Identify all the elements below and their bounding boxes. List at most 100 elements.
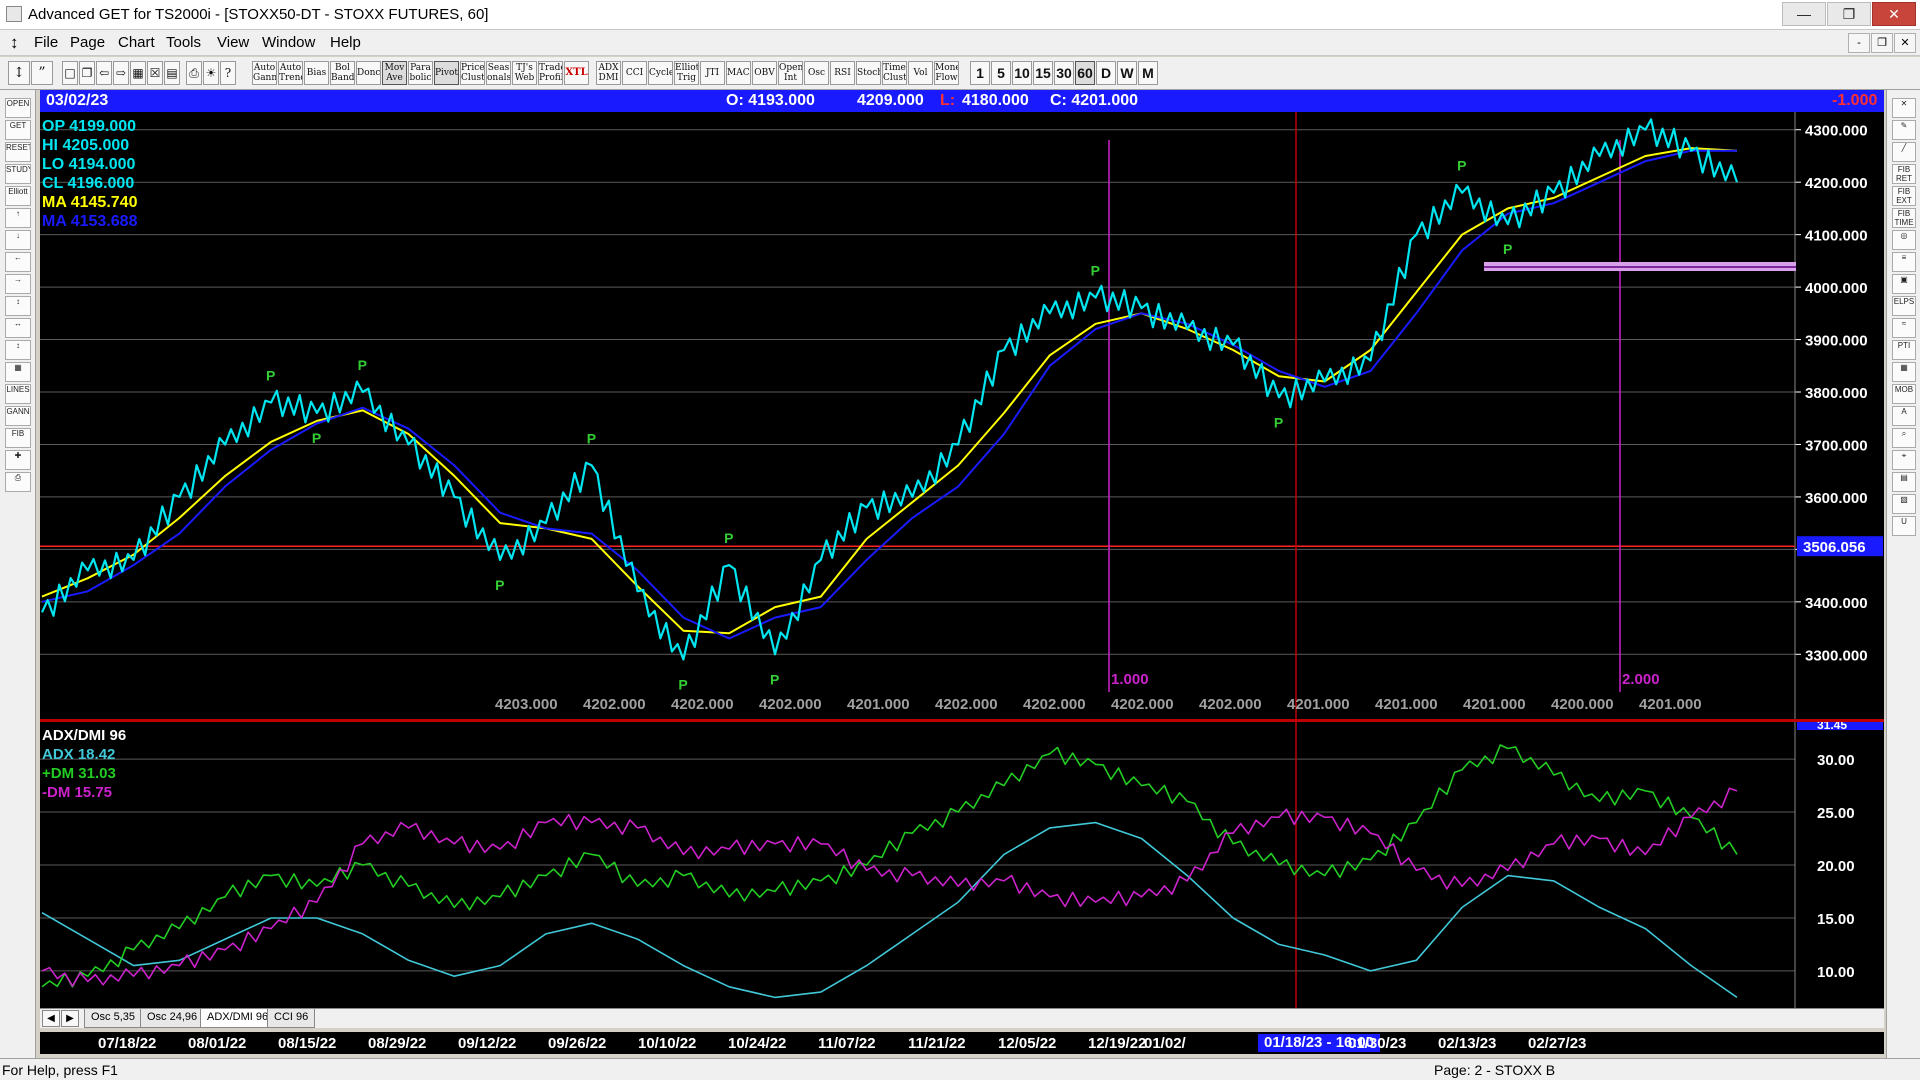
left-tool-gann[interactable]: GANN — [5, 406, 31, 426]
cycles-button[interactable]: Cycles — [648, 61, 673, 85]
delete-icon[interactable]: ☒ — [147, 61, 163, 85]
right-tool-icon-15[interactable]: ⌕ — [1892, 428, 1916, 448]
menu-page[interactable]: Page — [70, 34, 105, 51]
tjs-web-button[interactable]: TJ's Web — [512, 61, 537, 85]
stoch-button[interactable]: Stoch — [856, 61, 881, 85]
interval-10-button[interactable]: 10 — [1012, 61, 1032, 85]
left-tool-icon-9[interactable]: ↕ — [5, 296, 31, 316]
interval-30-button[interactable]: 30 — [1054, 61, 1074, 85]
right-tool-icon-2[interactable]: ╱ — [1892, 142, 1916, 162]
right-tool-fib-ret[interactable]: FIB RET — [1892, 164, 1916, 184]
left-tool-icon-7[interactable]: ← — [5, 252, 31, 272]
jti-button[interactable]: JTI — [700, 61, 725, 85]
right-tool-u[interactable]: U — [1892, 516, 1916, 536]
auto-gann-button[interactable]: Auto Gann — [252, 61, 277, 85]
right-tool-icon-17[interactable]: ▤ — [1892, 472, 1916, 492]
interval-monthly-button[interactable]: M — [1138, 61, 1158, 85]
right-tool-fib-ext[interactable]: FIB EXT — [1892, 186, 1916, 206]
right-tool-fib-time[interactable]: FIB TIME — [1892, 208, 1916, 228]
left-tool-icon-16[interactable]: ✚ — [5, 450, 31, 470]
tab-osc-24-96[interactable]: Osc 24,96 — [140, 1009, 205, 1028]
left-tool-icon-10[interactable]: ↔ — [5, 318, 31, 338]
right-tool-pti[interactable]: PTI — [1892, 340, 1916, 360]
left-tool-study[interactable]: STUDY — [5, 164, 31, 184]
cci-button[interactable]: CCI — [622, 61, 647, 85]
copy-icon[interactable]: ❐ — [79, 61, 95, 85]
back-icon[interactable]: ⇦ — [96, 61, 112, 85]
tab-adx-dmi-96[interactable]: ADX/DMI 96 — [200, 1009, 276, 1028]
tab-osc-5-35[interactable]: Osc 5,35 — [84, 1009, 143, 1028]
tab-prev-button[interactable]: ◀ — [42, 1010, 60, 1027]
forward-icon[interactable]: ⇨ — [113, 61, 129, 85]
right-tool-icon-1[interactable]: ✎ — [1892, 120, 1916, 140]
new-page-icon[interactable]: □ — [62, 61, 78, 85]
left-tool-icon-5[interactable]: ↑ — [5, 208, 31, 228]
auto-trend-button[interactable]: Auto Trend — [278, 61, 303, 85]
parabolic-button[interactable]: Para bolic — [408, 61, 433, 85]
right-tool-icon-8[interactable]: ▣ — [1892, 274, 1916, 294]
right-tool-icon-10[interactable]: ≈ — [1892, 318, 1916, 338]
left-tool-open[interactable]: OPEN — [5, 98, 31, 118]
mdi-minimize-button[interactable]: - — [1848, 33, 1870, 53]
vol-button[interactable]: Vol — [908, 61, 933, 85]
cursor-tool-icon[interactable]: ↕ — [8, 61, 30, 85]
adx-dmi-button[interactable]: ADX DMI — [596, 61, 621, 85]
right-tool-a[interactable]: A — [1892, 406, 1916, 426]
lightbulb-icon[interactable]: ☀ — [203, 61, 219, 85]
left-tool-elliott[interactable]: Elliott — [5, 186, 31, 206]
interval-daily-button[interactable]: D — [1096, 61, 1116, 85]
interval-60-button[interactable]: 60 — [1075, 61, 1095, 85]
adx-dmi-panel[interactable]: 30.00 25.00 20.00 15.00 10.00 31.45 ADX/DMI 96… — [40, 722, 1884, 1008]
xtl-button[interactable]: XTL — [564, 61, 589, 85]
left-tool-icon-17[interactable]: ⎙ — [5, 472, 31, 492]
child-window-icon[interactable]: ↕ — [10, 33, 19, 53]
menu-help[interactable]: Help — [330, 34, 361, 51]
macd-button[interactable]: MACD — [726, 61, 751, 85]
time-clust-button[interactable]: Time Clust — [882, 61, 907, 85]
right-tool-icon-7[interactable]: ≡ — [1892, 252, 1916, 272]
pivot-button[interactable]: Pivot — [434, 61, 459, 85]
right-tool-mob[interactable]: MOB — [1892, 384, 1916, 404]
money-flow-button[interactable]: Money Flow — [934, 61, 959, 85]
left-tool-reset[interactable]: RESET — [5, 142, 31, 162]
left-tool-icon-11[interactable]: ↕ — [5, 340, 31, 360]
minimize-button[interactable]: — — [1782, 2, 1826, 26]
left-tool-get[interactable]: GET — [5, 120, 31, 140]
elliott-trig-button[interactable]: Elliott Trig — [674, 61, 699, 85]
mdi-close-button[interactable]: ✕ — [1894, 33, 1916, 53]
interval-15-button[interactable]: 15 — [1033, 61, 1053, 85]
right-tool-elps[interactable]: ELPS — [1892, 296, 1916, 316]
rsi-button[interactable]: RSI — [830, 61, 855, 85]
menu-file[interactable]: File — [34, 34, 58, 51]
seasonals-button[interactable]: Seas onals — [486, 61, 511, 85]
osc-button[interactable]: Osc — [804, 61, 829, 85]
bol-band-button[interactable]: Bol Band — [330, 61, 355, 85]
right-tool-icon-18[interactable]: ▧ — [1892, 494, 1916, 514]
price-clust-button[interactable]: Price Clust — [460, 61, 485, 85]
left-tool-icon-6[interactable]: ↓ — [5, 230, 31, 250]
quote-tool-icon[interactable]: ” — [31, 61, 53, 85]
right-tool-icon-12[interactable]: ▦ — [1892, 362, 1916, 382]
menu-chart[interactable]: Chart — [118, 34, 155, 51]
right-tool-icon-0[interactable]: ✕ — [1892, 98, 1916, 118]
menu-window[interactable]: Window — [262, 34, 315, 51]
left-tool-fib[interactable]: FIB — [5, 428, 31, 448]
interval-1-button[interactable]: 1 — [970, 61, 990, 85]
bias-button[interactable]: Bias — [304, 61, 329, 85]
interval-5-button[interactable]: 5 — [991, 61, 1011, 85]
open-int-button[interactable]: Open Int — [778, 61, 803, 85]
left-tool-lines[interactable]: LINES — [5, 384, 31, 404]
right-tool-icon-6[interactable]: ◎ — [1892, 230, 1916, 250]
menu-tools[interactable]: Tools — [166, 34, 201, 51]
mov-ave-button[interactable]: Mov Ave — [382, 61, 407, 85]
help-icon[interactable]: ? — [220, 61, 236, 85]
maximize-button[interactable]: ❐ — [1827, 2, 1871, 26]
interval-weekly-button[interactable]: W — [1117, 61, 1137, 85]
trade-profile-button[interactable]: Trade Profile — [538, 61, 563, 85]
obv-button[interactable]: OBV — [752, 61, 777, 85]
donch-button[interactable]: Donch — [356, 61, 381, 85]
print-icon[interactable]: ⎙ — [186, 61, 202, 85]
tab-cci-96[interactable]: CCI 96 — [267, 1009, 316, 1028]
mdi-restore-button[interactable]: ❐ — [1871, 33, 1893, 53]
tab-next-button[interactable]: ▶ — [61, 1010, 79, 1027]
